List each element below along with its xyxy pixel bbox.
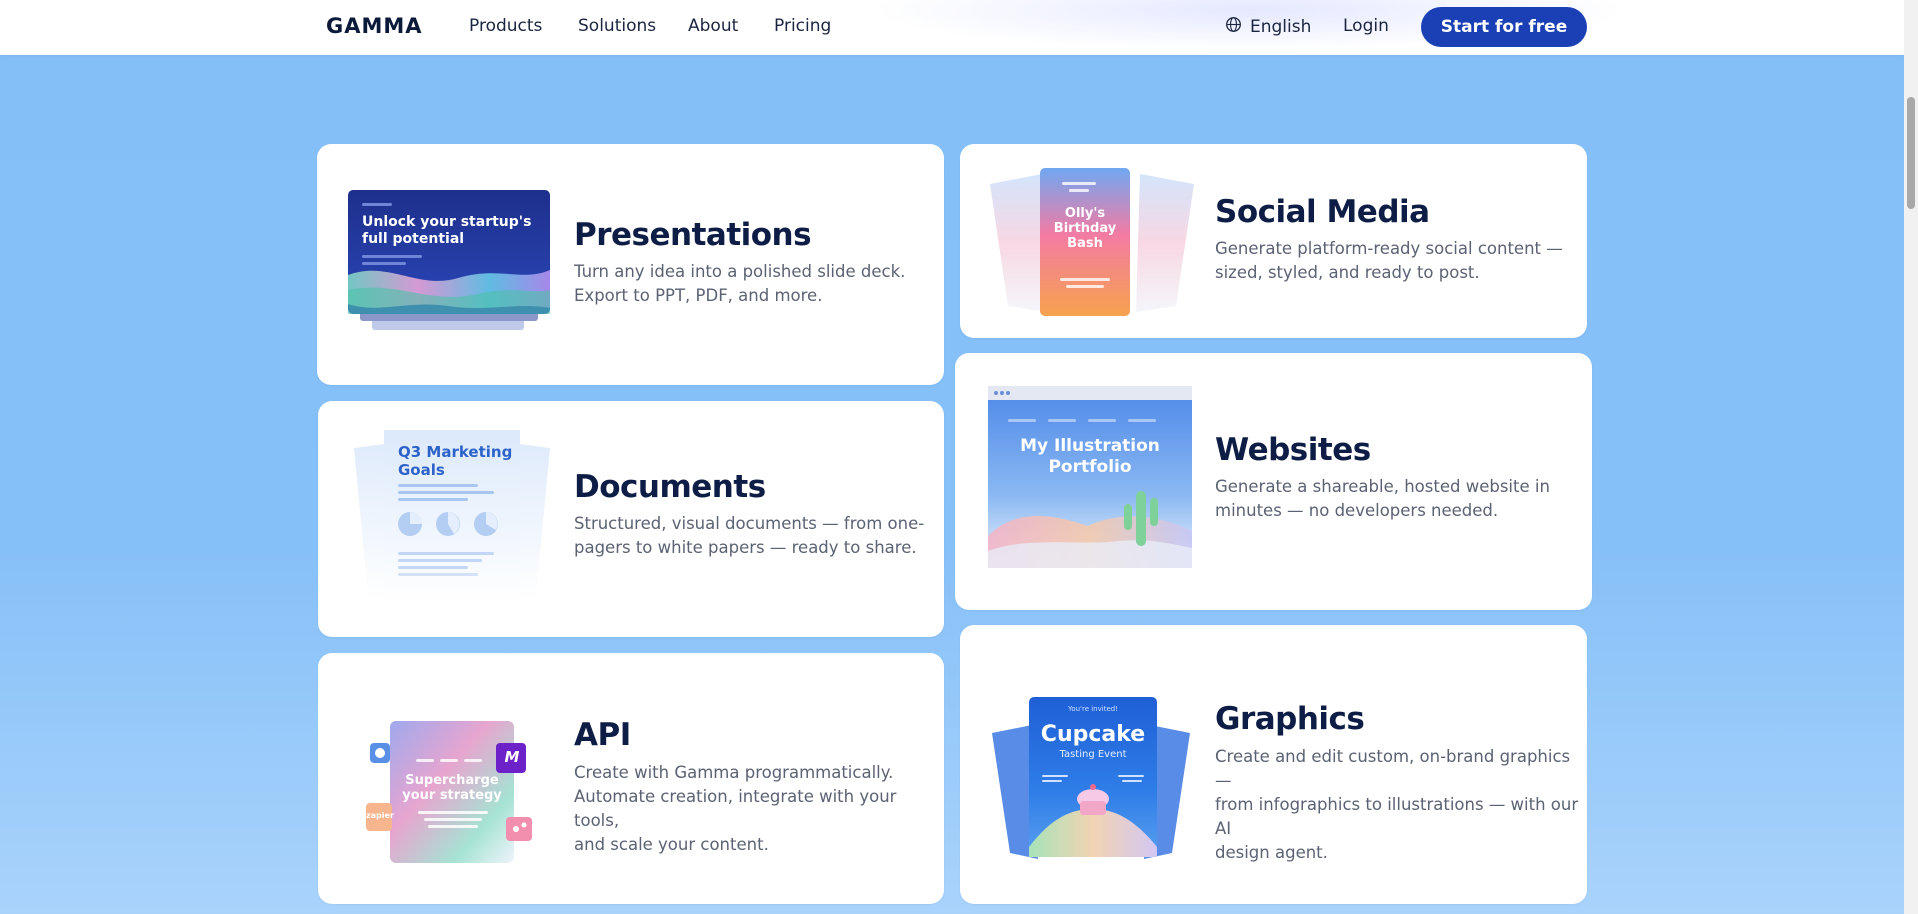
zapier-logo-badge: zapier	[366, 811, 394, 820]
graphics-thumb-invite: You're invited!	[1067, 705, 1118, 713]
graphics-thumb-title: Cupcake	[1040, 722, 1146, 747]
api-thumbnail: M zapier Supercharge your strategy	[366, 721, 542, 863]
nav-link-products[interactable]: Products	[469, 16, 542, 36]
graphics-thumbnail: You're invited! Cupcake Tasting Event	[992, 697, 1190, 867]
card-documents[interactable]: Q3 Marketing Goals Documents Structured,…	[318, 401, 944, 637]
social-media-title: Social Media	[1215, 194, 1430, 230]
social-media-thumb-text: Olly's Birthday Bash	[1053, 206, 1117, 251]
language-selector[interactable]: English	[1225, 16, 1311, 38]
scrollbar-thumb[interactable]	[1907, 97, 1915, 209]
card-api[interactable]: M zapier Supercharge your strategy API C…	[318, 653, 944, 904]
social-media-description: Generate platform-ready social content —…	[1215, 239, 1563, 282]
api-thumb-text: Supercharge your strategy	[402, 773, 502, 803]
presentations-title: Presentations	[574, 217, 812, 253]
card-social-media[interactable]: Olly's Birthday Bash Social Media Genera…	[960, 144, 1587, 338]
presentations-thumb-text: Unlock your startup's full potential	[362, 214, 532, 247]
login-link[interactable]: Login	[1343, 16, 1389, 36]
documents-title: Documents	[574, 469, 766, 505]
language-label: English	[1250, 17, 1312, 37]
gamma-logo[interactable]: GAMMA	[326, 14, 423, 38]
graphics-title: Graphics	[1215, 701, 1365, 737]
graphics-description: Create and edit custom, on-brand graphic…	[1215, 747, 1579, 862]
globe-icon	[1225, 16, 1242, 38]
websites-thumbnail: My Illustration Portfolio	[988, 386, 1192, 568]
documents-description: Structured, visual documents — from one-…	[574, 514, 925, 557]
api-description: Create with Gamma programmatically. Auto…	[574, 763, 897, 854]
websites-thumb-text: My Illustration Portfolio	[1020, 436, 1160, 477]
websites-title: Websites	[1215, 432, 1371, 468]
nav-link-about[interactable]: About	[688, 16, 738, 36]
page-scrollbar[interactable]	[1904, 0, 1918, 914]
presentations-thumbnail: Unlock your startup's full potential	[348, 190, 550, 340]
social-media-thumbnail: Olly's Birthday Bash	[990, 166, 1194, 318]
card-websites[interactable]: My Illustration Portfolio Websites Gener…	[955, 353, 1592, 610]
api-title: API	[574, 717, 631, 753]
nav-link-pricing[interactable]: Pricing	[774, 16, 831, 36]
documents-thumb-text: Q3 Marketing Goals	[398, 443, 513, 479]
nav-link-solutions[interactable]: Solutions	[578, 16, 656, 36]
start-for-free-button[interactable]: Start for free	[1421, 7, 1587, 47]
graphics-thumb-subtitle: Tasting Event	[1059, 749, 1127, 760]
card-presentations[interactable]: Unlock your startup's full potential Pre…	[317, 144, 944, 385]
presentations-description: Turn any idea into a polished slide deck…	[574, 262, 906, 305]
card-graphics[interactable]: You're invited! Cupcake Tasting Event Gr…	[960, 625, 1587, 904]
websites-description: Generate a shareable, hosted website in …	[1215, 477, 1550, 520]
documents-thumbnail: Q3 Marketing Goals	[354, 428, 550, 604]
make-logo-badge: M	[504, 748, 520, 766]
top-nav: GAMMA Products Solutions About Pricing E…	[0, 0, 1904, 55]
